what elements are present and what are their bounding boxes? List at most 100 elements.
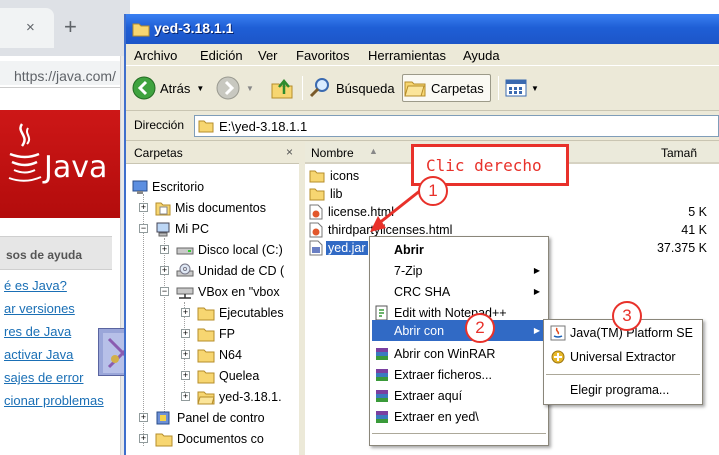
up-folder-button[interactable] bbox=[270, 74, 294, 102]
column-header-name[interactable]: Nombre bbox=[311, 146, 354, 160]
expand-icon[interactable]: + bbox=[181, 392, 190, 401]
tree-item-documentos-compartidos[interactable]: + Documentos co bbox=[139, 428, 264, 449]
forward-arrow-icon bbox=[216, 76, 240, 100]
menu-herramientas[interactable]: Herramientas bbox=[368, 48, 446, 63]
file-row-lib[interactable]: lib bbox=[309, 185, 345, 203]
views-dropdown-icon[interactable]: ▼ bbox=[531, 84, 539, 93]
back-dropdown-icon[interactable]: ▼ bbox=[196, 84, 204, 93]
url-field[interactable]: https://java.com/ bbox=[0, 61, 130, 85]
expand-icon[interactable]: + bbox=[181, 371, 190, 380]
tree-item-escritorio[interactable]: Escritorio bbox=[132, 176, 204, 197]
winrar-icon bbox=[376, 411, 388, 423]
views-icon bbox=[505, 79, 527, 97]
views-button[interactable]: ▼ bbox=[504, 74, 539, 102]
tree-item-unidad-cd[interactable]: + Unidad de CD ( bbox=[160, 260, 284, 281]
tree-item-n64[interactable]: + N64 bbox=[181, 344, 242, 365]
tree-label: Panel de contro bbox=[177, 410, 265, 425]
ctx-item-extraer-ficheros[interactable]: Extraer ficheros... bbox=[372, 364, 546, 385]
ctx-item-abrir-con[interactable]: Abrir con ▶ bbox=[372, 320, 546, 341]
tree-label: Documentos co bbox=[177, 431, 264, 446]
column-header-size[interactable]: Tamañ bbox=[661, 146, 697, 160]
help-nav-heading-text: sos de ayuda bbox=[6, 248, 83, 262]
help-link-troubleshoot[interactable]: cionar problemas bbox=[4, 393, 104, 408]
tree-item-vbox[interactable]: − VBox en "vbox bbox=[160, 281, 280, 302]
file-row-yed-jar[interactable]: yed.jar bbox=[309, 239, 368, 257]
new-tab-button[interactable]: + bbox=[64, 14, 77, 40]
html-file-icon bbox=[309, 222, 323, 238]
ctx-label: 7-Zip bbox=[394, 263, 423, 278]
ctx-item-abrir-winrar[interactable]: Abrir con WinRAR bbox=[372, 343, 546, 364]
ctx-item-abrir[interactable]: Abrir bbox=[372, 239, 546, 260]
help-link-error-messages[interactable]: sajes de error bbox=[4, 370, 83, 385]
ctx-item-7zip[interactable]: 7-Zip ▶ bbox=[372, 260, 546, 281]
menu-ver[interactable]: Ver bbox=[258, 48, 278, 63]
submenu-item-elegir-programa[interactable]: Elegir programa... bbox=[546, 379, 700, 401]
expand-icon[interactable]: + bbox=[160, 245, 169, 254]
ctx-item-extraer-aqui[interactable]: Extraer aquí bbox=[372, 385, 546, 406]
file-name: license.html bbox=[328, 205, 394, 219]
file-name: yed.jar bbox=[326, 241, 368, 255]
file-row-license[interactable]: license.html bbox=[309, 203, 396, 221]
java-banner: Java bbox=[0, 110, 130, 218]
tab-close-icon[interactable]: × bbox=[26, 19, 35, 36]
search-button[interactable]: Búsqueda bbox=[308, 74, 395, 102]
ctx-item-extraer-en-yed[interactable]: Extraer en yed\ bbox=[372, 406, 546, 427]
tree-label: Disco local (C:) bbox=[198, 242, 283, 257]
folders-button[interactable]: Carpetas bbox=[402, 74, 491, 102]
window-title: yed-3.18.1.1 bbox=[154, 20, 234, 36]
expand-icon[interactable]: + bbox=[139, 434, 148, 443]
help-link-java-versions[interactable]: res de Java bbox=[4, 324, 71, 339]
file-row-icons[interactable]: icons bbox=[309, 167, 361, 185]
tree-item-yed[interactable]: + yed-3.18.1. bbox=[181, 386, 282, 407]
tree-label: Escritorio bbox=[152, 179, 205, 194]
address-field[interactable]: E:\yed-3.18.1.1 bbox=[194, 115, 719, 137]
tree-label: N64 bbox=[219, 347, 242, 362]
notepad-plus-plus-icon bbox=[375, 305, 388, 321]
close-icon[interactable]: × bbox=[286, 145, 293, 159]
back-button[interactable]: Atrás ▼ bbox=[132, 74, 204, 102]
tree-item-ejecutables[interactable]: + Ejecutables bbox=[181, 302, 284, 323]
background-browser: × + https://java.com/ Java sos de ayuda … bbox=[0, 0, 130, 455]
expand-icon[interactable]: + bbox=[139, 413, 148, 422]
address-label: Dirección bbox=[134, 118, 185, 132]
help-link-enable-java[interactable]: activar Java bbox=[4, 347, 73, 362]
expand-icon[interactable]: + bbox=[160, 266, 169, 275]
expand-icon[interactable]: + bbox=[181, 350, 190, 359]
tree-item-disco-local[interactable]: + Disco local (C:) bbox=[160, 239, 283, 260]
submenu-arrow-icon: ▶ bbox=[533, 266, 540, 275]
ctx-item-crc-sha[interactable]: CRC SHA ▶ bbox=[372, 281, 546, 302]
menu-edicion[interactable]: Edición bbox=[200, 48, 243, 63]
folder-icon bbox=[155, 433, 173, 446]
tree-item-mi-pc[interactable]: − Mi PC bbox=[139, 218, 209, 239]
tree-item-mis-documentos[interactable]: + Mis documentos bbox=[139, 197, 266, 218]
menu-archivo[interactable]: Archivo bbox=[134, 48, 177, 63]
help-nav-heading: sos de ayuda bbox=[0, 236, 112, 270]
title-bar[interactable]: yed-3.18.1.1 bbox=[126, 14, 719, 44]
menu-ayuda[interactable]: Ayuda bbox=[463, 48, 500, 63]
browser-toolbar: https://java.com/ bbox=[0, 56, 130, 88]
expand-icon[interactable]: + bbox=[181, 329, 190, 338]
jar-file-icon bbox=[309, 240, 323, 256]
forward-dropdown-icon[interactable]: ▼ bbox=[246, 84, 254, 93]
ctx-label: Extraer aquí bbox=[394, 388, 463, 403]
expand-icon[interactable]: + bbox=[139, 203, 148, 212]
tree-item-fp[interactable]: + FP bbox=[181, 323, 235, 344]
up-folder-icon bbox=[271, 79, 293, 99]
expand-icon[interactable]: + bbox=[181, 308, 190, 317]
collapse-icon[interactable]: − bbox=[160, 287, 169, 296]
toolbar-separator bbox=[498, 76, 499, 100]
file-size: 5 K bbox=[688, 205, 707, 219]
tree-item-quelea[interactable]: + Quelea bbox=[181, 365, 259, 386]
help-link-versions[interactable]: ar versiones bbox=[4, 301, 75, 316]
cd-drive-icon bbox=[176, 263, 194, 276]
menu-favoritos[interactable]: Favoritos bbox=[296, 48, 349, 63]
documents-icon bbox=[155, 202, 171, 215]
collapse-icon[interactable]: − bbox=[139, 224, 148, 233]
folder-icon bbox=[197, 370, 215, 383]
submenu-item-universal-extractor[interactable]: Universal Extractor bbox=[546, 346, 700, 368]
url-text: https://java.com/ bbox=[14, 68, 116, 84]
tree-item-panel-control[interactable]: + Panel de contro bbox=[139, 407, 265, 428]
open-with-submenu: Java(TM) Platform SE Universal Extractor… bbox=[543, 319, 703, 405]
forward-button[interactable]: ▼ bbox=[216, 74, 254, 102]
help-link-what-is-java[interactable]: é es Java? bbox=[4, 278, 67, 293]
